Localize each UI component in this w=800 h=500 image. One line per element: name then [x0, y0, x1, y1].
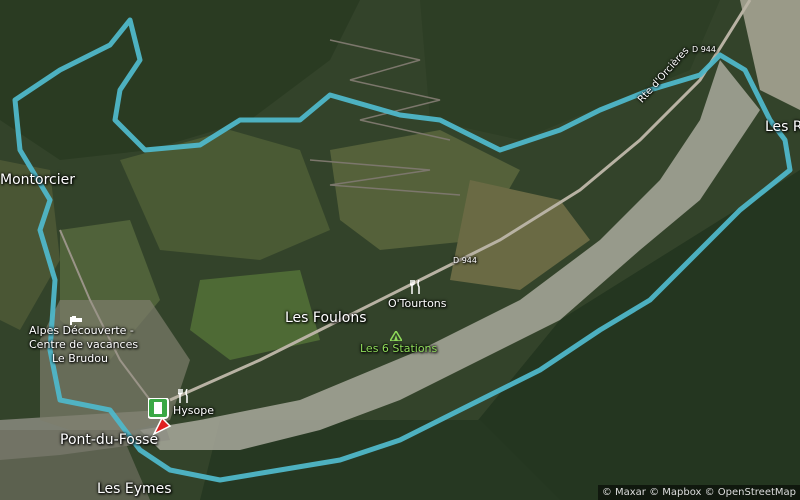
- poi-label-alpes-line1: Alpes Découverte -: [29, 324, 134, 337]
- place-label-pont-du-fosse: Pont-du-Fosse: [60, 432, 159, 448]
- map-attribution[interactable]: © Maxar © Mapbox © OpenStreetMap: [597, 485, 800, 500]
- place-label-les-r: Les R: [765, 119, 800, 135]
- poi-label-alpes-line2: Centre de vacances: [29, 338, 139, 351]
- poi-label-les-6-stations: Les 6 Stations: [360, 342, 438, 355]
- poi-label-hysope: Hysope: [173, 404, 214, 417]
- road-label-d944-mid: D 944: [453, 256, 477, 265]
- map-view[interactable]: Montorcier Les R Les Foulons Pont-du-Fos…: [0, 0, 800, 500]
- end-marker-icon[interactable]: [152, 416, 172, 436]
- fork-knife-icon[interactable]: [409, 279, 422, 294]
- tent-icon[interactable]: [388, 326, 404, 342]
- place-label-les-eymes: Les Eymes: [97, 481, 172, 497]
- poi-label-o-tourtons: O'Tourtons: [388, 297, 447, 310]
- bed-icon: [70, 310, 82, 325]
- road-label-d944-north: D 944: [692, 45, 716, 54]
- fork-knife-icon[interactable]: [177, 388, 190, 403]
- poi-label-alpes-line3: Le Brudou: [52, 352, 108, 365]
- place-label-les-foulons: Les Foulons: [285, 310, 367, 326]
- place-label-montorcier: Montorcier: [0, 172, 75, 188]
- satellite-imagery: [0, 0, 800, 500]
